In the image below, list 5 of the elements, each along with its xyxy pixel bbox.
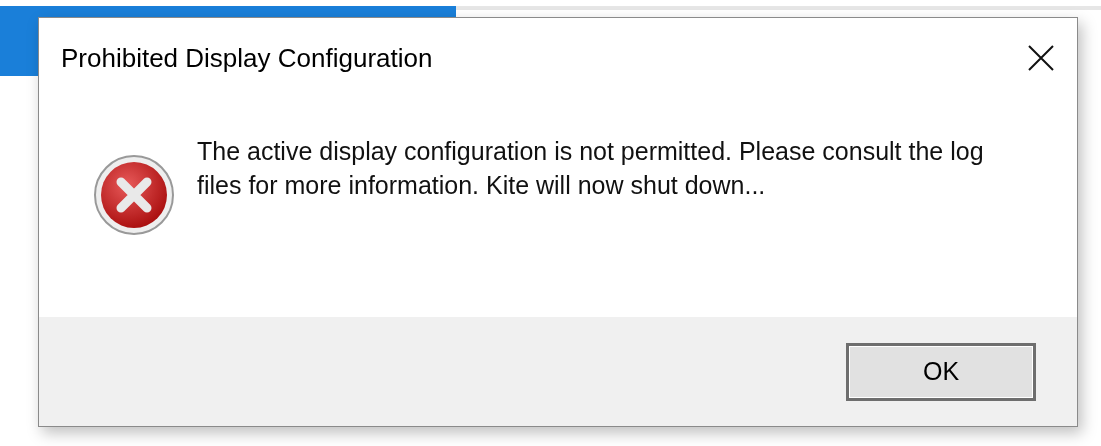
window-title: Prohibited Display Configuration	[61, 41, 433, 75]
error-icon	[93, 154, 175, 236]
error-message: The active display configuration is not permitted. Please consult the log files for more information. Kite will now shut down...	[197, 136, 985, 201]
ok-button[interactable]: OK	[846, 342, 1036, 401]
close-icon[interactable]	[1027, 44, 1055, 72]
